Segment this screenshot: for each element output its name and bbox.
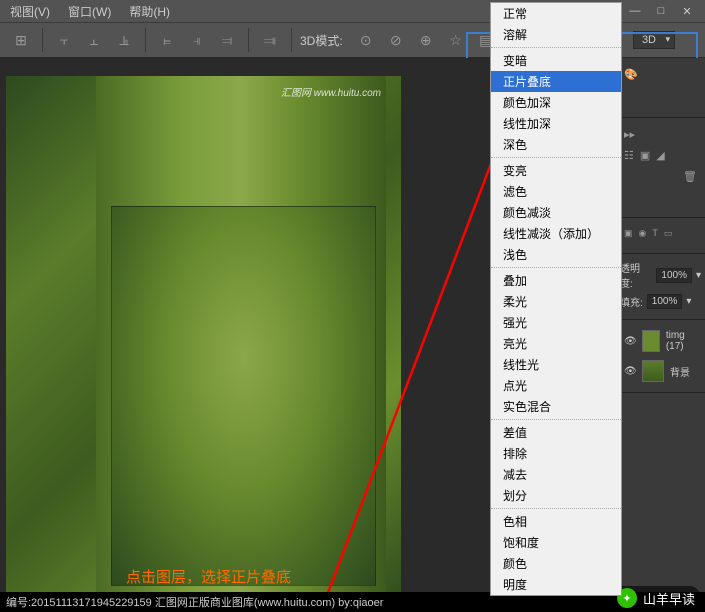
blend-darken[interactable]: 变暗 [491, 50, 621, 71]
watermark: 汇图网 www.huitu.com [281, 84, 381, 99]
actions-icon[interactable]: ▣ [640, 149, 650, 162]
maximize-button[interactable]: □ [649, 2, 673, 20]
tab3-icon[interactable]: T [652, 228, 658, 239]
tab2-icon[interactable]: ◉ [639, 228, 647, 239]
blend-lighten[interactable]: 变亮 [491, 160, 621, 181]
visibility-icon[interactable]: 👁 [624, 366, 636, 377]
mode-btn3-icon[interactable]: ⊕ [413, 27, 439, 53]
brush-icon[interactable]: ◢ [656, 149, 664, 162]
layers-panel: 👁 timg (17) 👁 背景 [616, 320, 705, 393]
blend-linear-burn[interactable]: 线性加深 [491, 113, 621, 134]
close-button[interactable]: ✕ [675, 2, 699, 20]
align-right-icon[interactable]: ⫡ [111, 27, 137, 53]
blend-saturation[interactable]: 饱和度 [491, 532, 621, 553]
menu-help[interactable]: 帮助(H) [129, 3, 170, 20]
blend-dissolve[interactable]: 溶解 [491, 24, 621, 45]
workspace-dropdown[interactable]: 3D [633, 31, 675, 49]
blend-lighter-color[interactable]: 浅色 [491, 244, 621, 265]
blend-color[interactable]: 颜色 [491, 553, 621, 574]
layer-thumbnail[interactable] [642, 330, 660, 352]
distribute-icon[interactable]: ⫢ [154, 27, 180, 53]
layer-name[interactable]: 背景 [670, 364, 690, 379]
chevron-down-icon[interactable]: ▾ [686, 296, 691, 307]
blend-screen[interactable]: 滤色 [491, 181, 621, 202]
blend-subtract[interactable]: 减去 [491, 464, 621, 485]
blend-difference[interactable]: 差值 [491, 422, 621, 443]
canvas[interactable]: 汇图网 www.huitu.com 点击图层，选择正片叠底 [0, 58, 490, 612]
blend-luminosity[interactable]: 明度 [491, 574, 621, 595]
layer-row[interactable]: 👁 timg (17) [620, 326, 701, 356]
tab-icon[interactable]: ▣ [624, 228, 633, 239]
blend-hard-light[interactable]: 强光 [491, 312, 621, 333]
mode-btn1-icon[interactable]: ⊙ [353, 27, 379, 53]
wechat-badge: ✦ 山羊早读 [611, 586, 701, 610]
document-image: 汇图网 www.huitu.com 点击图层，选择正片叠底 [6, 76, 401, 612]
layer-thumbnail[interactable] [642, 360, 664, 382]
blend-exclusion[interactable]: 排除 [491, 443, 621, 464]
mode-btn2-icon[interactable]: ⊘ [383, 27, 409, 53]
tab4-icon[interactable]: ▭ [664, 228, 673, 239]
align-center-icon[interactable]: ⫠ [81, 27, 107, 53]
wechat-name: 山羊早读 [643, 589, 695, 608]
blend-soft-light[interactable]: 柔光 [491, 291, 621, 312]
layer-overlay [111, 206, 376, 586]
blend-vivid-light[interactable]: 亮光 [491, 333, 621, 354]
opacity-value[interactable]: 100% [656, 268, 692, 283]
fill-label: 填充: [620, 294, 643, 309]
history-icon[interactable]: ☷ [624, 149, 634, 162]
blend-overlay[interactable]: 叠加 [491, 270, 621, 291]
blend-multiply[interactable]: 正片叠底 [491, 71, 621, 92]
blend-darker-color[interactable]: 深色 [491, 134, 621, 155]
layer-name[interactable]: timg (17) [666, 330, 697, 352]
layer-row[interactable]: 👁 背景 [620, 356, 701, 386]
blend-color-dodge[interactable]: 颜色减淡 [491, 202, 621, 223]
color-panel-icon[interactable]: 🎨 [624, 68, 638, 81]
fill-value[interactable]: 100% [647, 294, 683, 309]
menu-window[interactable]: 窗口(W) [68, 3, 111, 20]
adjustments-icon[interactable]: ▸▸ [624, 128, 635, 141]
misc-icon[interactable]: ⫥ [257, 27, 283, 53]
tool-icon[interactable]: ⊞ [8, 27, 34, 53]
chevron-down-icon[interactable]: ▾ [696, 270, 701, 281]
blend-mode-menu: 正常 溶解 变暗 正片叠底 颜色加深 线性加深 深色 变亮 滤色 颜色减淡 线性… [490, 2, 622, 596]
opacity-label: 透明度: [620, 260, 652, 290]
trash-icon[interactable]: 🗑 [683, 170, 697, 183]
menu-view[interactable]: 视图(V) [10, 3, 50, 20]
blend-hard-mix[interactable]: 实色混合 [491, 396, 621, 417]
mode-btn4-icon[interactable]: ☆ [443, 27, 469, 53]
visibility-icon[interactable]: 👁 [624, 336, 636, 347]
blend-divide[interactable]: 划分 [491, 485, 621, 506]
mode-label: 3D模式: [300, 32, 343, 49]
blend-color-burn[interactable]: 颜色加深 [491, 92, 621, 113]
blend-normal[interactable]: 正常 [491, 3, 621, 24]
align-left-icon[interactable]: ⫟ [51, 27, 77, 53]
blend-hue[interactable]: 色相 [491, 511, 621, 532]
annotation-text: 点击图层，选择正片叠底 [126, 566, 291, 587]
blend-linear-light[interactable]: 线性光 [491, 354, 621, 375]
minimize-button[interactable]: — [623, 2, 647, 20]
distribute3-icon[interactable]: ⫤ [214, 27, 240, 53]
panels: 🎨 ▸▸ ☷ ▣ ◢ 🗑 ▣ ◉ T ▭ 透明度: 100% ▾ 填充: [615, 58, 705, 612]
window-controls: — □ ✕ [623, 2, 699, 20]
blend-pin-light[interactable]: 点光 [491, 375, 621, 396]
distribute2-icon[interactable]: ⫣ [184, 27, 210, 53]
blend-linear-dodge[interactable]: 线性减淡（添加） [491, 223, 621, 244]
